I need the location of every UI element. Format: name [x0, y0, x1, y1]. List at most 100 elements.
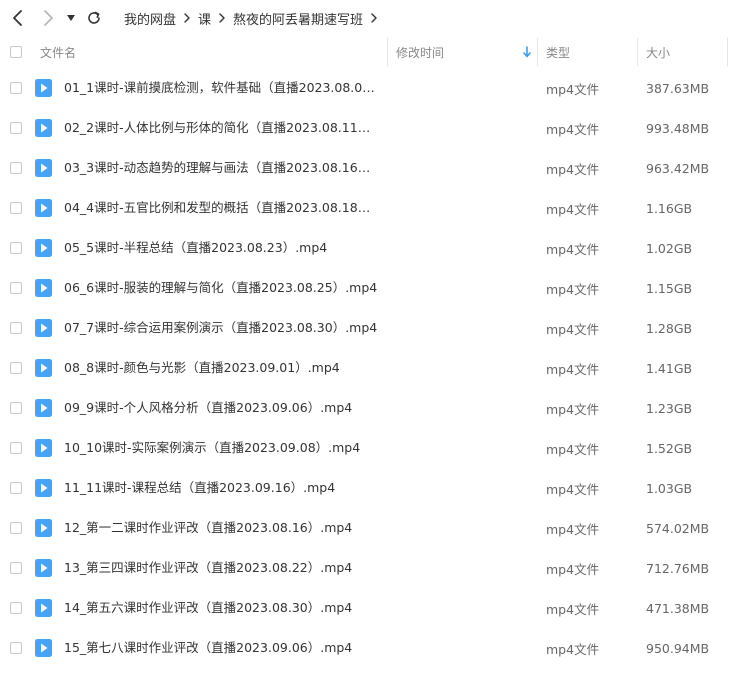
column-header-size-label: 大小 [646, 45, 671, 60]
video-file-icon [35, 199, 52, 217]
file-name: 02_2课时-人体比例与形体的简化（直播2023.08.11）.mp4 [64, 120, 382, 135]
video-file-icon [35, 479, 52, 497]
file-row[interactable]: 08_8课时-颜色与光影（直播2023.09.01）.mp4 mp4文件 1.4… [0, 348, 736, 388]
select-all-checkbox[interactable] [10, 46, 22, 58]
file-type: mp4文件 [546, 441, 600, 457]
file-row[interactable]: 11_11课时-课程总结（直播2023.09.16）.mp4 mp4文件 1.0… [0, 468, 736, 508]
file-row[interactable]: 04_4课时-五官比例和发型的概括（直播2023.08.18）.mp4 mp4文… [0, 188, 736, 228]
file-size: 1.16GB [646, 200, 693, 216]
row-checkbox[interactable] [10, 642, 22, 654]
row-checkbox[interactable] [10, 122, 22, 134]
file-name: 10_10课时-实际案例演示（直播2023.09.08）.mp4 [64, 440, 361, 455]
video-file-icon [35, 639, 52, 657]
file-type: mp4文件 [546, 361, 600, 377]
file-size: 712.76MB [646, 560, 710, 576]
column-divider[interactable] [537, 38, 538, 66]
file-name: 15_第七八课时作业评改（直播2023.09.06）.mp4 [64, 640, 353, 655]
breadcrumb-item-current[interactable]: 熬夜的阿丢暑期速写班 [233, 9, 363, 28]
file-size: 1.52GB [646, 440, 693, 456]
file-row[interactable]: 15_第七八课时作业评改（直播2023.09.06）.mp4 mp4文件 950… [0, 628, 736, 668]
breadcrumb-separator-icon [370, 13, 378, 23]
column-header-name-label: 文件名 [40, 45, 77, 60]
row-checkbox[interactable] [10, 522, 22, 534]
file-type: mp4文件 [546, 561, 600, 577]
file-type: mp4文件 [546, 281, 600, 297]
column-divider[interactable] [727, 38, 728, 66]
file-row[interactable]: 10_10课时-实际案例演示（直播2023.09.08）.mp4 mp4文件 1… [0, 428, 736, 468]
file-name: 13_第三四课时作业评改（直播2023.08.22）.mp4 [64, 560, 353, 575]
row-checkbox[interactable] [10, 282, 22, 294]
file-row[interactable]: 12_第一二课时作业评改（直播2023.08.16）.mp4 mp4文件 574… [0, 508, 736, 548]
sort-descending-icon[interactable] [522, 46, 532, 58]
row-checkbox[interactable] [10, 242, 22, 254]
file-row[interactable]: 09_9课时-个人风格分析（直播2023.09.06）.mp4 mp4文件 1.… [0, 388, 736, 428]
file-name: 09_9课时-个人风格分析（直播2023.09.06）.mp4 [64, 400, 353, 415]
file-row[interactable]: 07_7课时-综合运用案例演示（直播2023.08.30）.mp4 mp4文件 … [0, 308, 736, 348]
video-file-icon [35, 159, 52, 177]
file-size: 1.03GB [646, 480, 693, 496]
navigation-bar: 我的网盘 课 熬夜的阿丢暑期速写班 [0, 0, 736, 36]
video-file-icon [35, 239, 52, 257]
breadcrumb-item-folder[interactable]: 课 [198, 9, 211, 28]
file-size: 387.63MB [646, 80, 710, 96]
file-row[interactable]: 03_3课时-动态趋势的理解与画法（直播2023.08.16）.mp4 mp4文… [0, 148, 736, 188]
refresh-button[interactable] [82, 6, 106, 30]
file-size: 1.28GB [646, 320, 693, 336]
file-size: 950.94MB [646, 640, 710, 656]
row-checkbox[interactable] [10, 82, 22, 94]
file-size: 1.02GB [646, 240, 693, 256]
column-header-type-label: 类型 [546, 45, 571, 60]
breadcrumb-separator-icon [183, 13, 191, 23]
video-file-icon [35, 279, 52, 297]
file-row[interactable]: 13_第三四课时作业评改（直播2023.08.22）.mp4 mp4文件 712… [0, 548, 736, 588]
file-size: 574.02MB [646, 520, 710, 536]
file-row[interactable]: 14_第五六课时作业评改（直播2023.08.30）.mp4 mp4文件 471… [0, 588, 736, 628]
file-name: 12_第一二课时作业评改（直播2023.08.16）.mp4 [64, 520, 353, 535]
row-checkbox[interactable] [10, 162, 22, 174]
file-name: 07_7课时-综合运用案例演示（直播2023.08.30）.mp4 [64, 320, 378, 335]
file-list: 01_1课时-课前摸底检测，软件基础（直播2023.08.09）_... mp4… [0, 68, 736, 668]
file-type: mp4文件 [546, 161, 600, 177]
file-size: 963.42MB [646, 160, 710, 176]
column-divider[interactable] [387, 38, 388, 66]
column-divider[interactable] [637, 38, 638, 66]
column-header-type[interactable]: 类型 [546, 36, 632, 68]
video-file-icon [35, 79, 52, 97]
file-size: 1.15GB [646, 280, 693, 296]
file-name: 04_4课时-五官比例和发型的概括（直播2023.08.18）.mp4 [64, 200, 382, 215]
row-checkbox[interactable] [10, 202, 22, 214]
video-file-icon [35, 399, 52, 417]
file-type: mp4文件 [546, 121, 600, 137]
breadcrumb-item-root[interactable]: 我的网盘 [124, 9, 176, 28]
file-size: 471.38MB [646, 600, 710, 616]
chevron-right-icon [44, 10, 53, 26]
file-type: mp4文件 [546, 641, 600, 657]
file-row[interactable]: 02_2课时-人体比例与形体的简化（直播2023.08.11）.mp4 mp4文… [0, 108, 736, 148]
file-name: 06_6课时-服装的理解与简化（直播2023.08.25）.mp4 [64, 280, 378, 295]
row-checkbox[interactable] [10, 402, 22, 414]
file-size: 1.23GB [646, 400, 693, 416]
column-header-size[interactable]: 大小 [646, 36, 732, 68]
row-checkbox[interactable] [10, 602, 22, 614]
back-button[interactable] [6, 6, 30, 30]
column-header-modified-label: 修改时间 [396, 45, 445, 60]
file-name: 01_1课时-课前摸底检测，软件基础（直播2023.08.09）_... [64, 80, 382, 95]
column-header-name[interactable]: 文件名 [40, 36, 380, 68]
forward-button[interactable] [36, 6, 60, 30]
row-checkbox[interactable] [10, 362, 22, 374]
history-dropdown-button[interactable] [61, 6, 81, 30]
file-type: mp4文件 [546, 481, 600, 497]
file-row[interactable]: 06_6课时-服装的理解与简化（直播2023.08.25）.mp4 mp4文件 … [0, 268, 736, 308]
video-file-icon [35, 119, 52, 137]
file-row[interactable]: 05_5课时-半程总结（直播2023.08.23）.mp4 mp4文件 1.02… [0, 228, 736, 268]
file-list-header: 文件名 修改时间 类型 大小 [0, 36, 736, 68]
breadcrumb: 我的网盘 课 熬夜的阿丢暑期速写班 [124, 0, 385, 36]
file-type: mp4文件 [546, 81, 600, 97]
column-header-modified[interactable]: 修改时间 [396, 36, 536, 68]
file-row[interactable]: 01_1课时-课前摸底检测，软件基础（直播2023.08.09）_... mp4… [0, 68, 736, 108]
caret-down-icon [67, 15, 75, 21]
row-checkbox[interactable] [10, 482, 22, 494]
row-checkbox[interactable] [10, 322, 22, 334]
row-checkbox[interactable] [10, 562, 22, 574]
row-checkbox[interactable] [10, 442, 22, 454]
